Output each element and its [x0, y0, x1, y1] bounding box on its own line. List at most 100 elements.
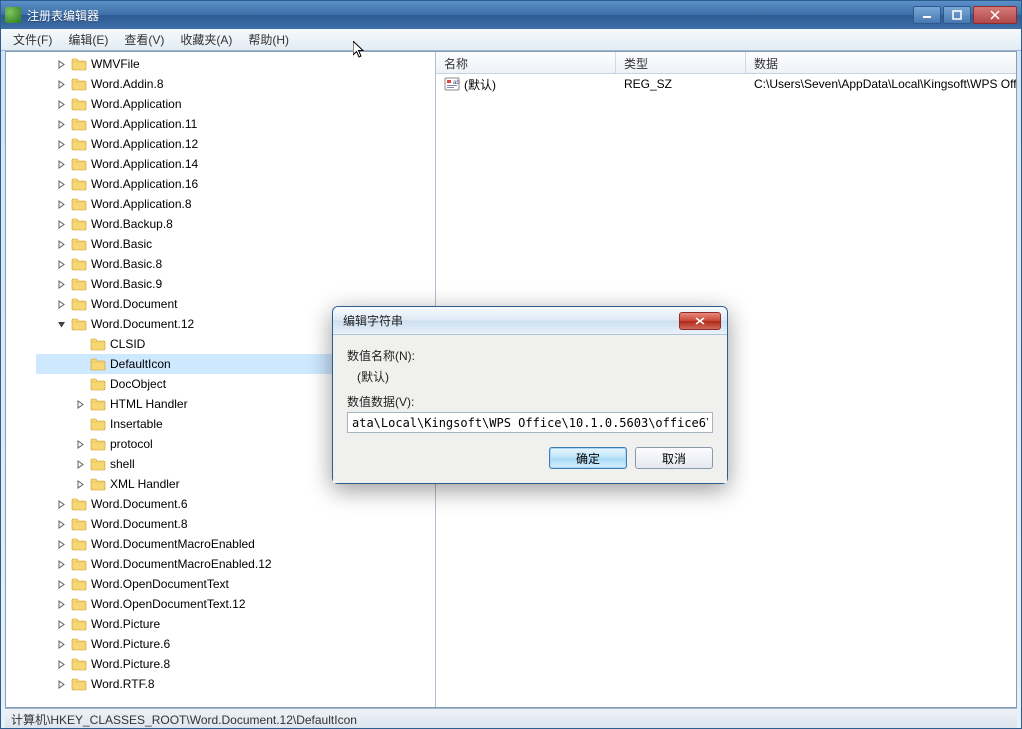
statusbar: 计算机\HKEY_CLASSES_ROOT\Word.Document.12\D…	[5, 708, 1017, 728]
folder-icon	[90, 477, 106, 491]
expand-icon[interactable]	[56, 579, 67, 590]
value-name-static: (默认)	[347, 366, 713, 393]
expand-icon[interactable]	[56, 259, 67, 270]
folder-icon	[90, 337, 106, 351]
dialog-body: 数值名称(N): (默认) 数值数据(V): 确定 取消	[333, 335, 727, 483]
maximize-button[interactable]	[943, 6, 971, 24]
tree-node[interactable]: Word.Basic.9	[36, 274, 436, 294]
expand-icon[interactable]	[56, 619, 67, 630]
expand-icon[interactable]	[56, 679, 67, 690]
expand-icon[interactable]	[56, 119, 67, 130]
expand-icon[interactable]	[56, 499, 67, 510]
tree-node[interactable]: WMVFile	[36, 54, 436, 74]
dialog-titlebar[interactable]: 编辑字符串	[333, 307, 727, 335]
folder-icon	[71, 97, 87, 111]
tree-node[interactable]: Word.Application.14	[36, 154, 436, 174]
expand-icon[interactable]	[56, 139, 67, 150]
expand-icon[interactable]	[56, 299, 67, 310]
menu-favorites[interactable]: 收藏夹(A)	[172, 29, 240, 50]
expand-icon[interactable]	[56, 559, 67, 570]
menu-view[interactable]: 查看(V)	[116, 29, 172, 50]
list-row[interactable]: ab(默认)REG_SZC:\Users\Seven\AppData\Local…	[436, 74, 1016, 94]
menu-edit[interactable]: 编辑(E)	[60, 29, 116, 50]
tree-node[interactable]: Word.OpenDocumentText	[36, 574, 436, 594]
expand-icon[interactable]	[56, 519, 67, 530]
collapse-icon[interactable]	[56, 319, 67, 330]
tree-node-label: Word.DocumentMacroEnabled	[91, 537, 255, 551]
tree-node-label: Word.Basic.9	[91, 277, 162, 291]
folder-icon	[71, 557, 87, 571]
tree-node-label: Word.DocumentMacroEnabled.12	[91, 557, 272, 571]
tree-node[interactable]: Word.Backup.8	[36, 214, 436, 234]
expand-icon[interactable]	[56, 279, 67, 290]
expand-icon[interactable]	[56, 219, 67, 230]
tree-node[interactable]: Word.Application.11	[36, 114, 436, 134]
tree-node[interactable]: Word.Addin.8	[36, 74, 436, 94]
tree-node[interactable]: Word.Basic	[36, 234, 436, 254]
folder-icon	[71, 77, 87, 91]
expand-icon[interactable]	[56, 159, 67, 170]
folder-icon	[90, 397, 106, 411]
tree-node[interactable]: Word.RTF.8	[36, 674, 436, 694]
tree-node[interactable]: Word.Document.8	[36, 514, 436, 534]
folder-icon	[90, 357, 106, 371]
tree-node[interactable]: Word.DocumentMacroEnabled.12	[36, 554, 436, 574]
cancel-button[interactable]: 取消	[635, 447, 713, 469]
expand-icon[interactable]	[56, 599, 67, 610]
expand-icon[interactable]	[75, 479, 86, 490]
tree-node-label: Word.Picture.8	[91, 657, 170, 671]
expand-icon[interactable]	[75, 459, 86, 470]
folder-icon	[71, 117, 87, 131]
tree-node[interactable]: Word.Application.12	[36, 134, 436, 154]
expand-icon[interactable]	[56, 539, 67, 550]
dialog-close-button[interactable]	[679, 312, 721, 330]
ok-button[interactable]: 确定	[549, 447, 627, 469]
close-button[interactable]	[973, 6, 1017, 24]
tree-node-label: Word.RTF.8	[91, 677, 155, 691]
tree-node[interactable]: Word.Document.6	[36, 494, 436, 514]
value-data-input[interactable]	[347, 412, 713, 433]
menu-help[interactable]: 帮助(H)	[240, 29, 297, 50]
tree-node-label: XML Handler	[110, 477, 180, 491]
value-name-label: 数值名称(N):	[347, 347, 713, 364]
tree-node[interactable]: Word.Picture.8	[36, 654, 436, 674]
minimize-button[interactable]	[913, 6, 941, 24]
menu-file[interactable]: 文件(F)	[5, 29, 60, 50]
tree-node-label: Word.Picture.6	[91, 637, 170, 651]
tree-node[interactable]: Word.OpenDocumentText.12	[36, 594, 436, 614]
expand-icon[interactable]	[75, 399, 86, 410]
app-icon	[5, 7, 21, 23]
tree-node[interactable]: Word.Basic.8	[36, 254, 436, 274]
string-value-icon: ab	[444, 76, 460, 92]
list-header: 名称 类型 数据	[436, 52, 1016, 74]
expand-icon[interactable]	[75, 439, 86, 450]
tree-node-label: WMVFile	[91, 57, 140, 71]
col-header-name[interactable]: 名称	[436, 52, 616, 73]
expand-icon[interactable]	[56, 639, 67, 650]
expand-icon[interactable]	[56, 59, 67, 70]
tree-node[interactable]: Word.DocumentMacroEnabled	[36, 534, 436, 554]
tree-node[interactable]: Word.Picture	[36, 614, 436, 634]
titlebar[interactable]: 注册表编辑器	[1, 1, 1021, 29]
expand-icon[interactable]	[56, 79, 67, 90]
expand-icon[interactable]	[56, 179, 67, 190]
tree-node[interactable]: Word.Application.8	[36, 194, 436, 214]
tree-node-label: Word.Document.12	[91, 317, 194, 331]
folder-icon	[71, 177, 87, 191]
tree-node[interactable]: Word.Picture.6	[36, 634, 436, 654]
expand-icon[interactable]	[56, 239, 67, 250]
folder-icon	[90, 417, 106, 431]
col-header-data[interactable]: 数据	[746, 52, 1016, 73]
expand-icon[interactable]	[56, 99, 67, 110]
window-controls	[913, 6, 1017, 24]
dialog-buttons: 确定 取消	[347, 447, 713, 469]
tree-node-label: Word.Application.11	[91, 117, 197, 131]
expand-icon[interactable]	[56, 659, 67, 670]
folder-icon	[71, 617, 87, 631]
folder-icon	[90, 457, 106, 471]
tree-node[interactable]: Word.Application	[36, 94, 436, 114]
tree-node[interactable]: Word.Application.16	[36, 174, 436, 194]
folder-icon	[71, 157, 87, 171]
expand-icon[interactable]	[56, 199, 67, 210]
col-header-type[interactable]: 类型	[616, 52, 746, 73]
